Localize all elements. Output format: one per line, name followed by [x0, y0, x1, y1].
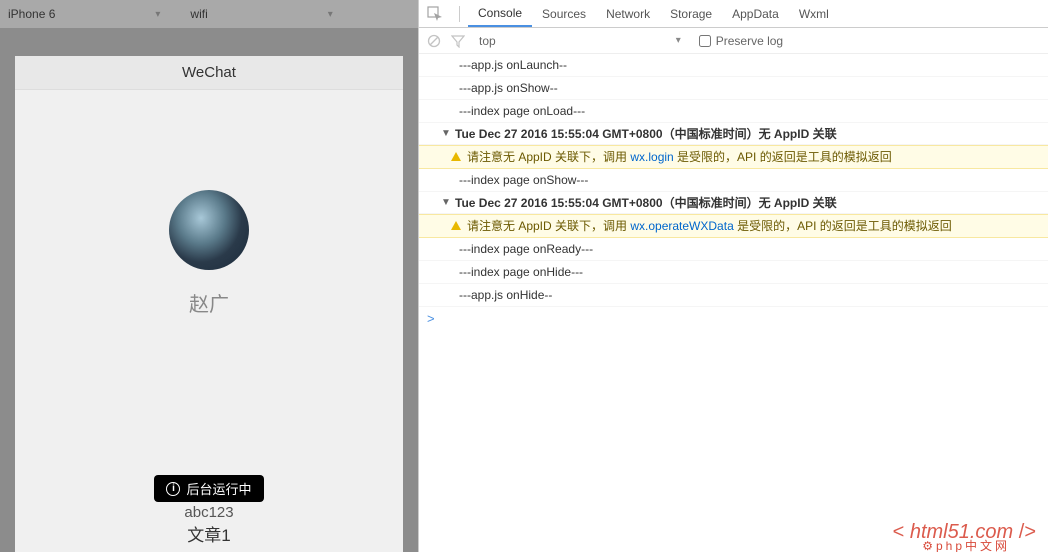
tab-sources[interactable]: Sources — [532, 0, 596, 27]
device-label: iPhone 6 — [8, 7, 55, 21]
tab-console[interactable]: Console — [468, 0, 532, 27]
warn-text: 请注意无 AppID 关联下，调用 wx.login 是受限的，API 的返回是… — [467, 148, 892, 166]
watermark-icon: ⚙ — [922, 539, 936, 552]
warning-icon — [451, 221, 461, 230]
device-frame: WeChat 赵广 i 后台运行中 abc123 文章1 — [15, 56, 403, 552]
network-label: wifi — [190, 7, 207, 21]
status-text: 后台运行中 — [186, 479, 251, 498]
username: 赵广 — [189, 288, 229, 317]
chevron-down-icon: ▼ — [441, 197, 451, 208]
watermark-sub: ⚙php中文网 — [922, 537, 1010, 552]
preserve-log-checkbox[interactable] — [699, 35, 711, 47]
avatar[interactable] — [169, 190, 249, 270]
device-selector[interactable]: iPhone 6 ▾ — [8, 7, 160, 21]
clear-icon[interactable] — [427, 34, 441, 48]
execution-context[interactable]: top — [479, 34, 496, 48]
tab-wxml[interactable]: Wxml — [789, 0, 839, 27]
group-text: Tue Dec 27 2016 15:55:04 GMT+0800（中国标准时间… — [455, 194, 837, 211]
angle-right: /> — [1013, 521, 1036, 543]
log-line: ---app.js onLaunch-- — [419, 54, 1048, 77]
log-warn: 请注意无 AppID 关联下，调用 wx.operateWXData 是受限的，… — [419, 214, 1048, 238]
warning-icon — [451, 152, 461, 161]
log-line: ---index page onLoad--- — [419, 100, 1048, 123]
log-line: ---index page onReady--- — [419, 238, 1048, 261]
bottom-text: abc123 文章1 — [184, 504, 233, 546]
log-line: ---index page onShow--- — [419, 169, 1048, 192]
simulator-toolbar: iPhone 6 ▾ wifi ▾ — [0, 0, 418, 28]
network-selector[interactable]: wifi ▾ — [190, 7, 332, 21]
devtools-tabs: Console Sources Network Storage AppData … — [419, 0, 1048, 28]
preserve-log[interactable]: Preserve log — [699, 34, 783, 48]
device-header: WeChat — [15, 56, 403, 90]
console-prompt[interactable]: > — [419, 307, 1048, 330]
chevron-down-icon: ▾ — [328, 9, 333, 20]
app-title: WeChat — [182, 64, 236, 81]
angle-left: < — [893, 521, 910, 543]
inspect-icon[interactable] — [427, 6, 443, 22]
bottom-line2: 文章1 — [184, 521, 233, 546]
tab-appdata[interactable]: AppData — [722, 0, 789, 27]
separator — [459, 6, 460, 22]
device-content: 赵广 i 后台运行中 abc123 文章1 — [15, 90, 403, 552]
log-group[interactable]: ▼ Tue Dec 27 2016 15:55:04 GMT+0800（中国标准时… — [419, 123, 1048, 145]
log-line: ---app.js onShow-- — [419, 77, 1048, 100]
log-line: ---index page onHide--- — [419, 261, 1048, 284]
chevron-down-icon: ▼ — [441, 128, 451, 139]
log-line: ---app.js onHide-- — [419, 284, 1048, 307]
console-body[interactable]: ---app.js onLaunch-----app.js onShow----… — [419, 54, 1048, 552]
chevron-down-icon[interactable]: ▾ — [676, 35, 681, 46]
info-icon: i — [166, 482, 180, 496]
preserve-log-label: Preserve log — [716, 34, 783, 48]
bottom-line1: abc123 — [184, 504, 233, 521]
log-group[interactable]: ▼ Tue Dec 27 2016 15:55:04 GMT+0800（中国标准时… — [419, 192, 1048, 214]
tab-storage[interactable]: Storage — [660, 0, 722, 27]
warn-text: 请注意无 AppID 关联下，调用 wx.operateWXData 是受限的，… — [467, 217, 952, 235]
group-text: Tue Dec 27 2016 15:55:04 GMT+0800（中国标准时间… — [455, 125, 837, 142]
status-badge: i 后台运行中 — [154, 475, 263, 502]
tab-network[interactable]: Network — [596, 0, 660, 27]
simulator-panel: iPhone 6 ▾ wifi ▾ WeChat 赵广 i 后台运行中 abc1… — [0, 0, 418, 552]
devtools-panel: Console Sources Network Storage AppData … — [418, 0, 1048, 552]
filter-icon[interactable] — [451, 34, 465, 48]
console-toolbar: top ▾ Preserve log — [419, 28, 1048, 54]
chevron-down-icon: ▾ — [155, 9, 160, 20]
log-warn: 请注意无 AppID 关联下，调用 wx.login 是受限的，API 的返回是… — [419, 145, 1048, 169]
